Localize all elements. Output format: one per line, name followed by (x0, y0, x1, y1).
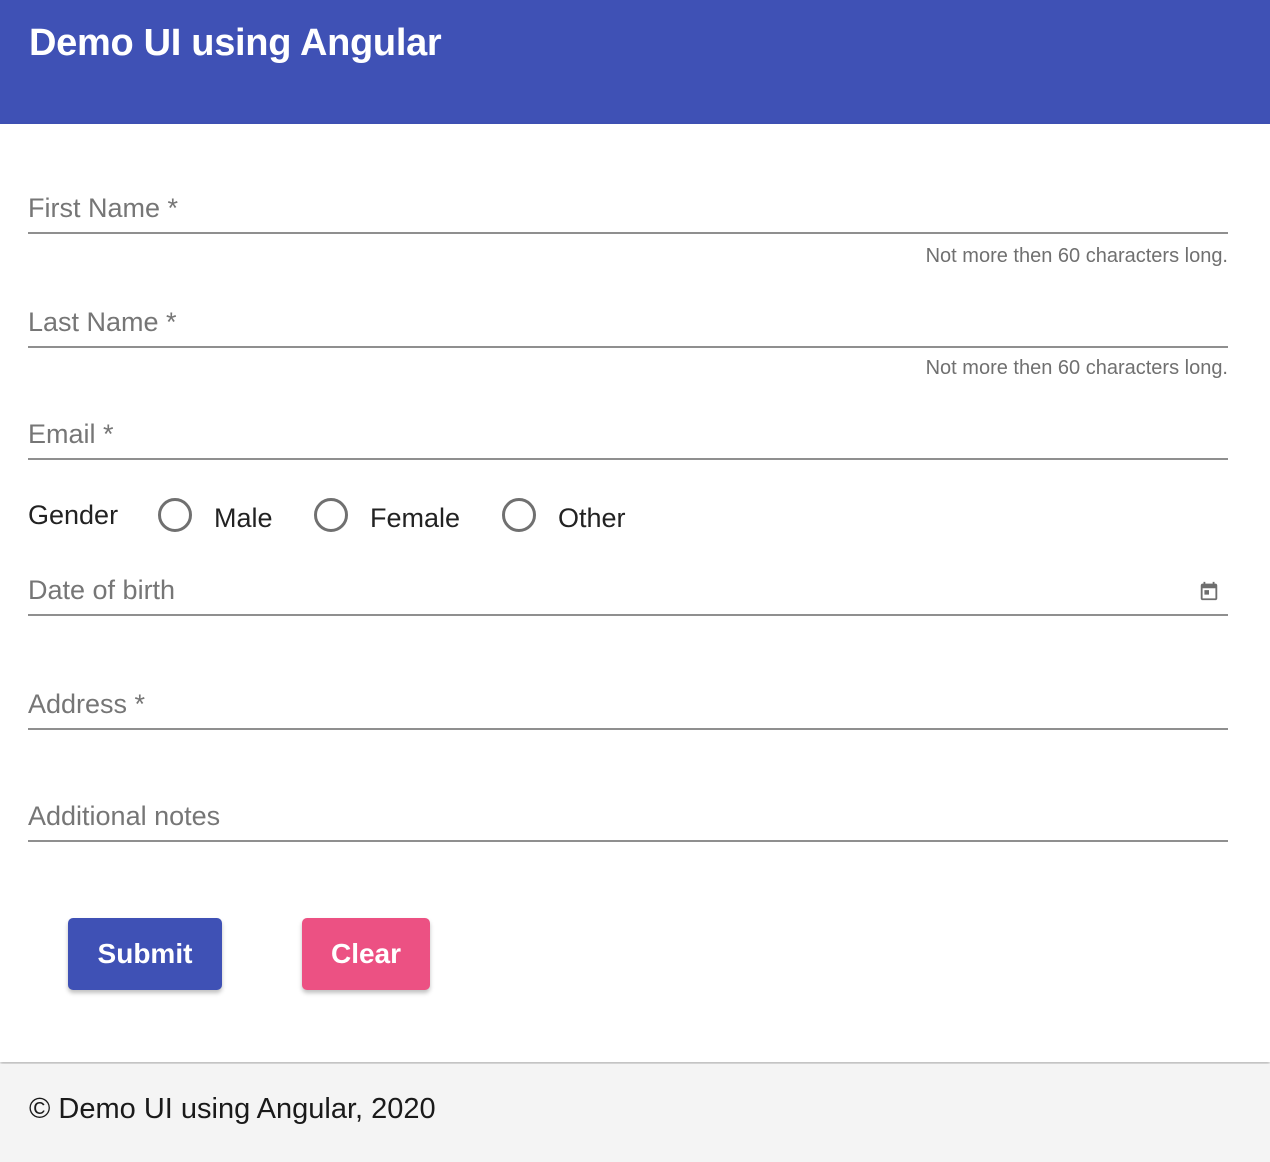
gender-option-label: Female (370, 503, 461, 533)
email-field[interactable]: Email * (28, 410, 1228, 460)
first-name-hint: Not more then 60 characters long. (925, 245, 1228, 267)
last-name-field[interactable]: Last Name * (28, 298, 1228, 348)
address-label: Address * (28, 689, 146, 719)
last-name-hint: Not more then 60 characters long. (925, 357, 1228, 379)
page: Demo UI using Angular First Name * Not m… (0, 0, 1270, 1162)
calendar-icon[interactable] (1198, 580, 1220, 602)
date-of-birth-label: Date of birth (28, 575, 176, 605)
last-name-label: Last Name * (28, 307, 177, 337)
app-toolbar: Demo UI using Angular (0, 0, 1270, 124)
footer: © Demo UI using Angular, 2020 (0, 1064, 1270, 1162)
date-of-birth-field[interactable]: Date of birth (28, 566, 1228, 616)
address-field[interactable]: Address * (28, 680, 1228, 730)
first-name-label: First Name * (28, 193, 179, 223)
additional-notes-field[interactable]: Additional notes (28, 792, 1228, 842)
radio-circle-icon (502, 498, 536, 532)
radio-circle-icon (158, 498, 192, 532)
gender-option-label: Other (558, 503, 626, 533)
submit-button[interactable]: Submit (68, 918, 222, 990)
gender-radio-group: Gender Male Female Other (28, 492, 728, 544)
footer-copyright: © Demo UI using Angular, 2020 (29, 1093, 436, 1125)
radio-circle-icon (314, 498, 348, 532)
clear-button[interactable]: Clear (302, 918, 430, 990)
gender-label: Gender (28, 500, 119, 530)
first-name-field[interactable]: First Name * (28, 184, 1228, 234)
gender-option-label: Male (214, 503, 273, 533)
app-title: Demo UI using Angular (29, 22, 442, 64)
email-label: Email * (28, 419, 114, 449)
additional-notes-label: Additional notes (28, 801, 221, 831)
